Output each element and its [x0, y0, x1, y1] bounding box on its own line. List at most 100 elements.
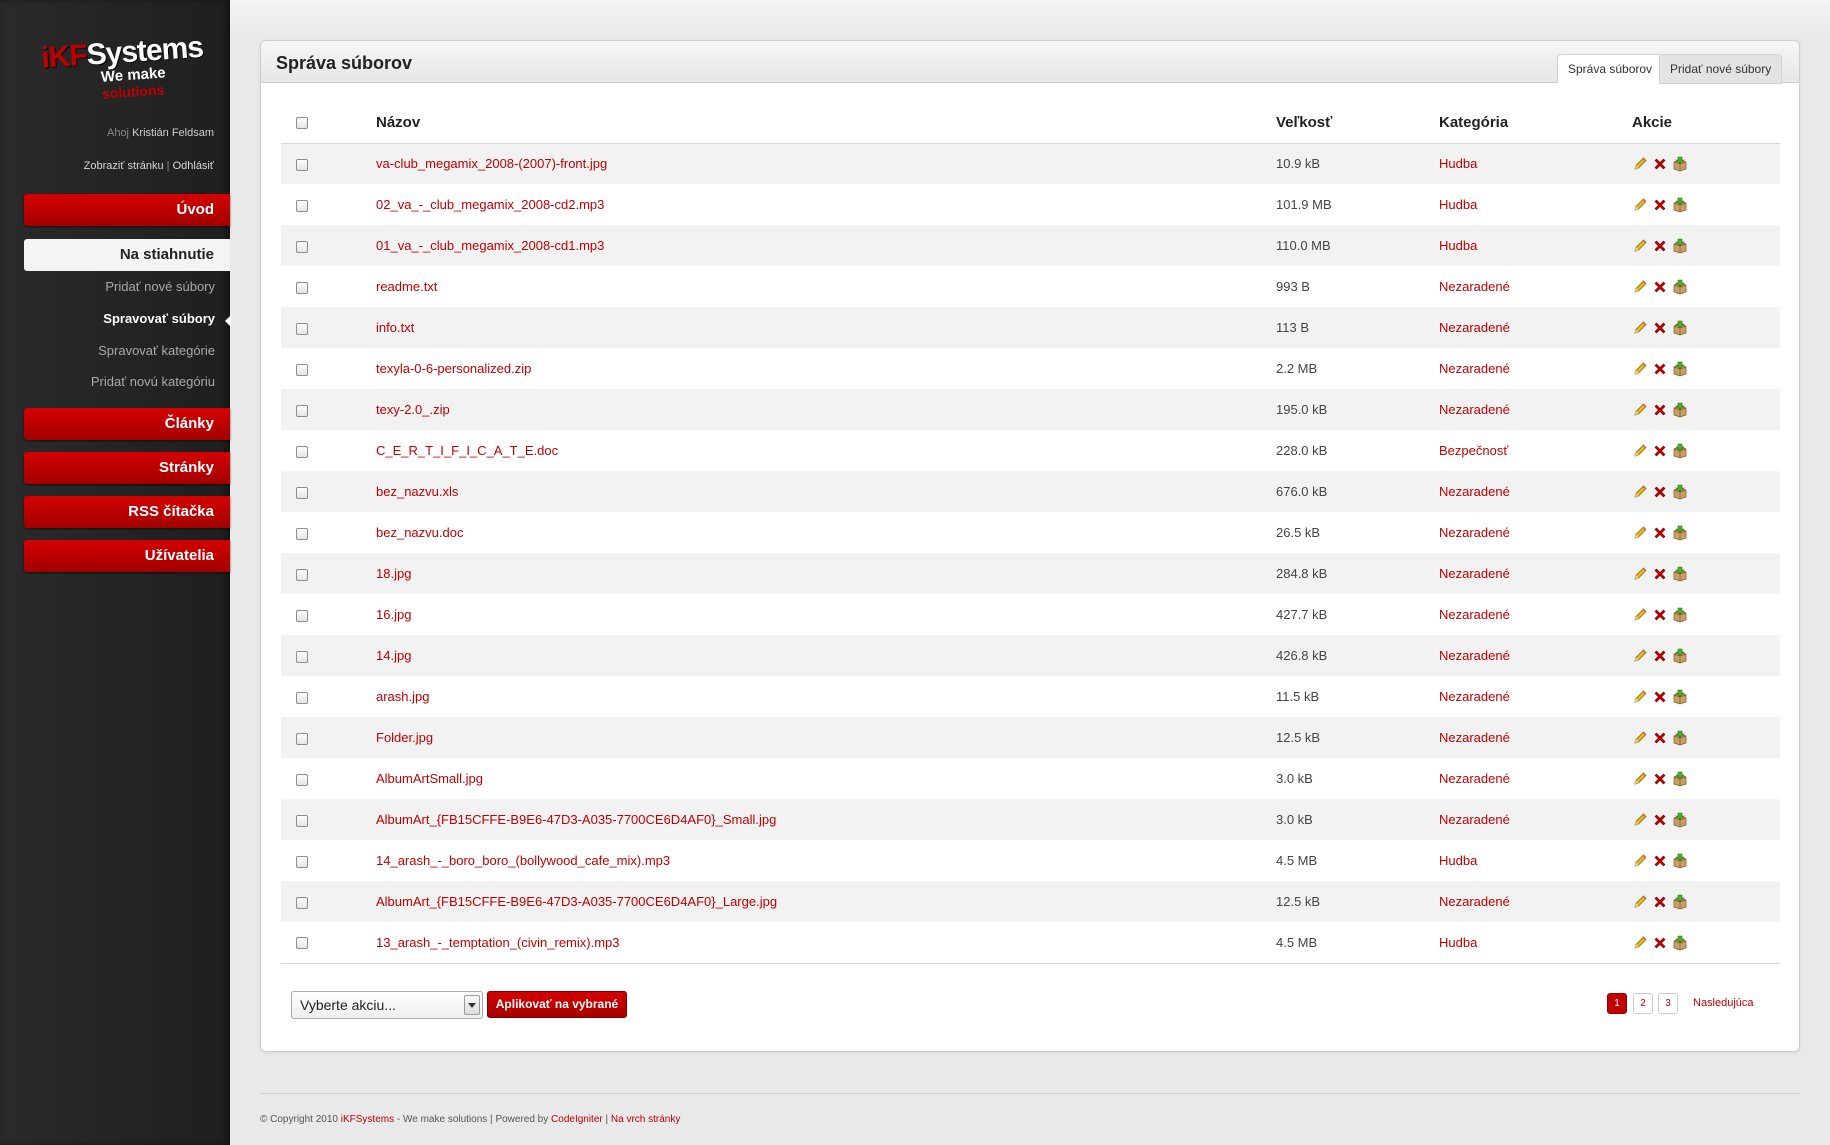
file-category-link[interactable]: Nezaradené [1439, 566, 1510, 581]
row-checkbox[interactable] [296, 281, 308, 294]
package-box-icon[interactable] [1672, 689, 1688, 705]
edit-pencil-icon[interactable] [1632, 525, 1648, 541]
file-category-link[interactable]: Nezaradené [1439, 484, 1510, 499]
tab-manage-files[interactable]: Správa súborov [1557, 54, 1664, 84]
row-checkbox[interactable] [296, 322, 308, 335]
delete-x-icon[interactable] [1652, 771, 1668, 787]
logout-link[interactable]: Odhlásiť [173, 160, 214, 172]
edit-pencil-icon[interactable] [1632, 853, 1648, 869]
row-checkbox[interactable] [296, 527, 308, 540]
subnav-add-category[interactable]: Pridať novú kategóriu [91, 374, 215, 389]
file-name-link[interactable]: 18.jpg [376, 566, 411, 581]
nav-uzivatelia[interactable]: Užívatelia [24, 540, 230, 572]
row-checkbox[interactable] [296, 363, 308, 376]
header-category[interactable]: Kategória [1439, 103, 1632, 144]
subnav-manage-categories[interactable]: Spravovať kategórie [98, 343, 215, 358]
package-box-icon[interactable] [1672, 812, 1688, 828]
package-box-icon[interactable] [1672, 484, 1688, 500]
edit-pencil-icon[interactable] [1632, 238, 1648, 254]
delete-x-icon[interactable] [1652, 525, 1668, 541]
file-name-link[interactable]: bez_nazvu.xls [376, 484, 458, 499]
edit-pencil-icon[interactable] [1632, 443, 1648, 459]
delete-x-icon[interactable] [1652, 197, 1668, 213]
file-name-link[interactable]: readme.txt [376, 279, 437, 294]
row-checkbox[interactable] [296, 240, 308, 253]
file-name-link[interactable]: AlbumArt_{FB15CFFE-B9E6-47D3-A035-7700CE… [376, 894, 777, 909]
edit-pencil-icon[interactable] [1632, 156, 1648, 172]
row-checkbox[interactable] [296, 609, 308, 622]
nav-clanky[interactable]: Články [24, 408, 230, 440]
package-box-icon[interactable] [1672, 525, 1688, 541]
row-checkbox[interactable] [296, 937, 308, 950]
delete-x-icon[interactable] [1652, 320, 1668, 336]
file-category-link[interactable]: Nezaradené [1439, 812, 1510, 827]
row-checkbox[interactable] [296, 158, 308, 171]
file-category-link[interactable]: Hudba [1439, 156, 1477, 171]
page-3-button[interactable]: 3 [1658, 993, 1678, 1014]
delete-x-icon[interactable] [1652, 443, 1668, 459]
file-name-link[interactable]: 01_va_-_club_megamix_2008-cd1.mp3 [376, 238, 604, 253]
footer-top-link[interactable]: Na vrch stránky [611, 1114, 680, 1125]
package-box-icon[interactable] [1672, 443, 1688, 459]
row-checkbox[interactable] [296, 896, 308, 909]
file-category-link[interactable]: Hudba [1439, 197, 1477, 212]
nav-uvod[interactable]: Úvod [24, 194, 230, 226]
row-checkbox[interactable] [296, 486, 308, 499]
package-box-icon[interactable] [1672, 566, 1688, 582]
package-box-icon[interactable] [1672, 607, 1688, 623]
delete-x-icon[interactable] [1652, 689, 1668, 705]
edit-pencil-icon[interactable] [1632, 279, 1648, 295]
edit-pencil-icon[interactable] [1632, 771, 1648, 787]
delete-x-icon[interactable] [1652, 607, 1668, 623]
file-category-link[interactable]: Nezaradené [1439, 730, 1510, 745]
apply-selected-button[interactable]: Aplikovať na vybrané [487, 991, 627, 1018]
header-size[interactable]: Veľkosť [1276, 103, 1439, 144]
row-checkbox[interactable] [296, 445, 308, 458]
file-category-link[interactable]: Nezaradené [1439, 689, 1510, 704]
package-box-icon[interactable] [1672, 771, 1688, 787]
page-1-button[interactable]: 1 [1607, 993, 1627, 1014]
package-box-icon[interactable] [1672, 156, 1688, 172]
edit-pencil-icon[interactable] [1632, 402, 1648, 418]
delete-x-icon[interactable] [1652, 361, 1668, 377]
package-box-icon[interactable] [1672, 648, 1688, 664]
row-checkbox[interactable] [296, 855, 308, 868]
nav-rss[interactable]: RSS čítačka [24, 496, 230, 528]
row-checkbox[interactable] [296, 691, 308, 704]
edit-pencil-icon[interactable] [1632, 361, 1648, 377]
delete-x-icon[interactable] [1652, 853, 1668, 869]
bulk-action-select[interactable]: Vyberte akciu... [291, 991, 483, 1019]
file-name-link[interactable]: 14_arash_-_boro_boro_(bollywood_cafe_mix… [376, 853, 670, 868]
file-category-link[interactable]: Bezpečnosť [1439, 443, 1508, 458]
logo[interactable]: iKFSystems We make solutions [40, 31, 213, 102]
edit-pencil-icon[interactable] [1632, 812, 1648, 828]
package-box-icon[interactable] [1672, 853, 1688, 869]
nav-stranky[interactable]: Stránky [24, 452, 230, 484]
package-box-icon[interactable] [1672, 730, 1688, 746]
file-category-link[interactable]: Nezaradené [1439, 361, 1510, 376]
nav-na-stiahnutie[interactable]: Na stiahnutie [24, 239, 230, 271]
delete-x-icon[interactable] [1652, 730, 1668, 746]
file-name-link[interactable]: C_E_R_T_I_F_I_C_A_T_E.doc [376, 443, 558, 458]
package-box-icon[interactable] [1672, 279, 1688, 295]
file-name-link[interactable]: Folder.jpg [376, 730, 433, 745]
select-all-checkbox[interactable] [296, 117, 308, 130]
tab-add-files[interactable]: Pridať nové súbory [1659, 54, 1783, 84]
footer-codeigniter-link[interactable]: CodeIgniter [551, 1114, 603, 1125]
row-checkbox[interactable] [296, 568, 308, 581]
edit-pencil-icon[interactable] [1632, 566, 1648, 582]
delete-x-icon[interactable] [1652, 279, 1668, 295]
edit-pencil-icon[interactable] [1632, 689, 1648, 705]
delete-x-icon[interactable] [1652, 566, 1668, 582]
row-checkbox[interactable] [296, 773, 308, 786]
edit-pencil-icon[interactable] [1632, 935, 1648, 951]
file-name-link[interactable]: AlbumArtSmall.jpg [376, 771, 483, 786]
package-box-icon[interactable] [1672, 894, 1688, 910]
package-box-icon[interactable] [1672, 320, 1688, 336]
row-checkbox[interactable] [296, 650, 308, 663]
file-name-link[interactable]: arash.jpg [376, 689, 429, 704]
delete-x-icon[interactable] [1652, 812, 1668, 828]
footer-brand-link[interactable]: iKFSystems [341, 1114, 394, 1125]
file-name-link[interactable]: texy-2.0_.zip [376, 402, 450, 417]
package-box-icon[interactable] [1672, 402, 1688, 418]
